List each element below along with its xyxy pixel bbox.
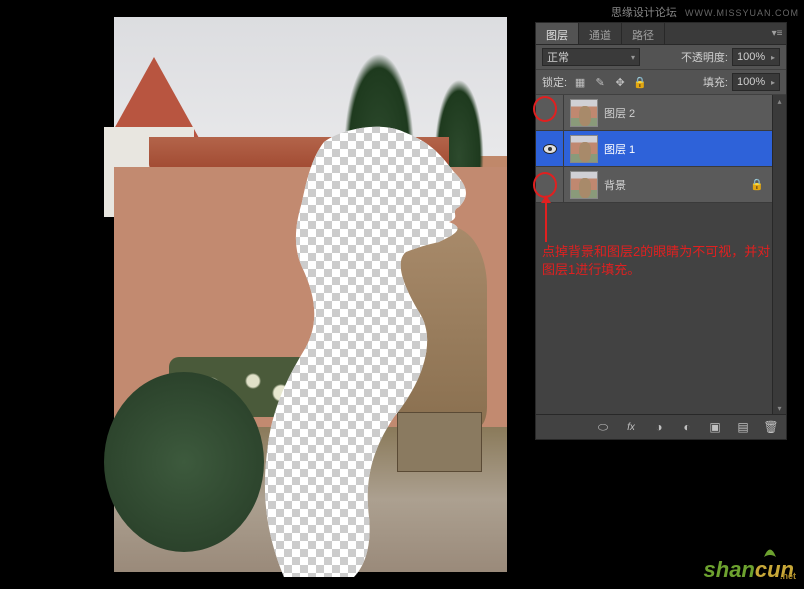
panel-menu-icon[interactable]: ▾≡ <box>768 23 786 44</box>
fill-value: 100% <box>737 76 765 88</box>
layer-thumbnail[interactable] <box>570 99 598 127</box>
lock-all-icon[interactable]: 🔒 <box>631 74 649 90</box>
layer-row[interactable]: 图层 1 <box>536 131 786 167</box>
lock-icon: 🔒 <box>750 178 764 191</box>
watermark-shan: shan <box>704 557 755 582</box>
scroll-up-icon[interactable]: ▴ <box>773 95 786 107</box>
layer-row[interactable]: 背景 🔒 <box>536 167 786 203</box>
new-layer-icon[interactable]: ▤ <box>734 419 752 435</box>
statue-base <box>397 412 482 472</box>
watermark-top: 思缘设计论坛 WWW.MISSYUAN.COM <box>611 4 799 20</box>
chevron-right-icon: ▸ <box>771 53 775 62</box>
lock-fill-row: 锁定: ▦ ✎ ✥ 🔒 填充: 100% ▸ <box>536 70 786 95</box>
opacity-label: 不透明度: <box>681 49 728 65</box>
panel-tabs: 图层 通道 路径 ▾≡ <box>536 23 786 45</box>
annotation-text: 点掉背景和图层2的眼睛为不可视，并对图层1进行填充。 <box>542 243 782 279</box>
layers-empty-area[interactable] <box>536 203 772 414</box>
tab-channels[interactable]: 通道 <box>579 23 622 44</box>
lock-label: 锁定: <box>542 74 567 90</box>
annotation-arrow <box>545 197 547 242</box>
blend-opacity-row: 正常 ▾ 不透明度: 100% ▸ <box>536 45 786 70</box>
chevron-right-icon: ▸ <box>771 78 775 87</box>
layers-panel: 图层 通道 路径 ▾≡ 正常 ▾ 不透明度: 100% ▸ 锁定: ▦ ✎ ✥ … <box>535 22 787 440</box>
watermark-en: WWW.MISSYUAN.COM <box>685 8 799 18</box>
watermark-net: .net <box>780 571 796 581</box>
blend-mode-select[interactable]: 正常 ▾ <box>542 48 640 66</box>
watermark-cn: 思缘设计论坛 <box>611 7 677 19</box>
tab-paths[interactable]: 路径 <box>622 23 665 44</box>
leaf-icon <box>764 547 776 557</box>
layer-thumbnail[interactable] <box>570 171 598 199</box>
fill-label: 填充: <box>703 74 728 90</box>
layer-name: 背景 <box>604 177 626 193</box>
adjustment-layer-icon[interactable]: ◐ <box>678 419 696 435</box>
blend-mode-value: 正常 <box>547 49 569 65</box>
layer-thumbnail[interactable] <box>570 135 598 163</box>
document-canvas[interactable] <box>114 17 507 572</box>
lock-brush-icon[interactable]: ✎ <box>591 74 609 90</box>
lock-move-icon[interactable]: ✥ <box>611 74 629 90</box>
tab-layers[interactable]: 图层 <box>536 23 579 44</box>
visibility-toggle[interactable] <box>536 131 564 166</box>
layer-mask-icon[interactable]: ◑ <box>650 419 668 435</box>
lock-pixels-icon[interactable]: ▦ <box>571 74 589 90</box>
chevron-down-icon: ▾ <box>631 53 635 62</box>
eye-icon <box>543 144 557 154</box>
panel-footer: ⬭ fx ◑ ◐ ▣ ▤ 🗑 <box>536 414 786 439</box>
opacity-value: 100% <box>737 51 765 63</box>
watermark-bottom: shancun .net <box>704 557 794 583</box>
hedge <box>104 372 264 552</box>
layer-row[interactable]: 图层 2 <box>536 95 786 131</box>
group-icon[interactable]: ▣ <box>706 419 724 435</box>
fill-input[interactable]: 100% ▸ <box>732 73 780 91</box>
layer-name: 图层 2 <box>604 105 635 121</box>
fx-icon[interactable]: fx <box>622 419 640 435</box>
scroll-down-icon[interactable]: ▾ <box>773 402 786 414</box>
link-layers-icon[interactable]: ⬭ <box>594 419 612 435</box>
visibility-toggle[interactable] <box>536 95 564 130</box>
opacity-input[interactable]: 100% ▸ <box>732 48 780 66</box>
trash-icon[interactable]: 🗑 <box>762 419 780 435</box>
lock-icons-group: ▦ ✎ ✥ 🔒 <box>571 74 649 90</box>
layer-name: 图层 1 <box>604 141 635 157</box>
